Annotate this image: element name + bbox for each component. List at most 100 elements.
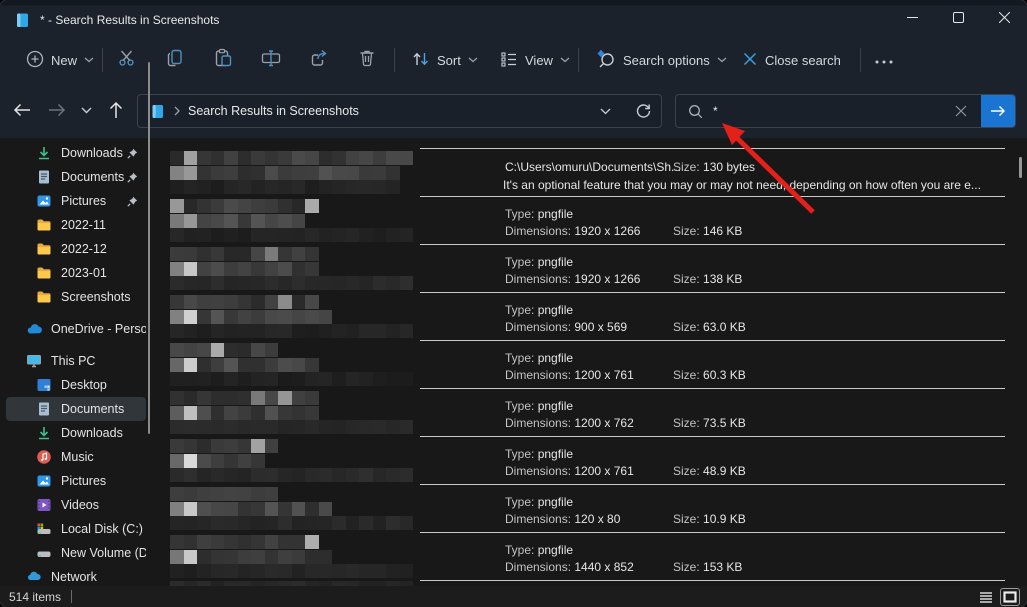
folder-icon (36, 265, 52, 281)
sort-icon (412, 51, 430, 70)
file-row[interactable]: Type: pngfileDimensions: 1200 x 761Size:… (164, 340, 1014, 388)
paste-button[interactable] (207, 44, 239, 76)
file-explorer-window: * - Search Results in Screenshots New (0, 0, 1027, 607)
sidebar-item-onedrive-persor[interactable]: OneDrive - Persor (6, 317, 146, 341)
sidebar-item-label: 2023-01 (61, 266, 107, 280)
window-chrome: * - Search Results in Screenshots New (0, 0, 1027, 138)
rename-icon (261, 48, 281, 73)
file-size: Size: 10.9 KB (673, 512, 746, 526)
maximize-button[interactable] (935, 0, 981, 34)
status-bar: 514 items (0, 586, 1027, 607)
share-button[interactable] (303, 44, 335, 76)
back-button[interactable] (6, 94, 38, 126)
file-row[interactable]: Type: pngfileDimensions: 1920 x 1266Size… (164, 196, 1014, 244)
window-title: * - Search Results in Screenshots (40, 13, 219, 27)
sidebar-item-label: Screenshots (61, 290, 130, 304)
ellipsis-icon (875, 51, 893, 69)
file-type: Type: pngfile (505, 447, 573, 461)
breadcrumb-chevron-icon (174, 106, 180, 116)
rename-button[interactable] (255, 44, 287, 76)
file-type: Type: pngfile (505, 399, 573, 413)
sidebar-item-2022-12[interactable]: 2022-12 (6, 237, 146, 261)
file-dimensions: Dimensions: 1920 x 1266 (505, 224, 640, 238)
network-icon (26, 569, 42, 585)
disk-icon (36, 545, 52, 561)
file-dimensions: Dimensions: 1920 x 1266 (505, 272, 640, 286)
sidebar-item-documents[interactable]: Documents (6, 165, 146, 189)
sidebar-item-this-pc[interactable]: This PC (6, 349, 146, 373)
sidebar-item-downloads[interactable]: Downloads (6, 421, 146, 445)
sidebar-item-documents[interactable]: Documents (6, 397, 146, 421)
sort-button[interactable]: Sort (404, 44, 486, 76)
sidebar-item-label: Desktop (61, 378, 107, 392)
folder-icon (36, 217, 52, 233)
thispc-icon (26, 353, 42, 369)
refresh-icon[interactable] (631, 99, 655, 123)
close-button[interactable] (981, 0, 1027, 34)
details-view-toggle[interactable] (977, 589, 995, 605)
sidebar-item-pictures[interactable]: Pictures (6, 469, 146, 493)
minimize-button[interactable] (889, 0, 935, 34)
onedrive-icon (26, 321, 42, 337)
delete-button[interactable] (351, 44, 383, 76)
file-row[interactable]: Type: pngfileDimensions: 900 x 569Size: … (164, 292, 1014, 340)
navigation-bar: Search Results in Screenshots (0, 92, 1027, 134)
content-scrollbar[interactable] (1019, 157, 1022, 178)
sidebar-item-pictures[interactable]: Pictures (6, 189, 146, 213)
sidebar-item-label: Pictures (61, 474, 106, 488)
file-row[interactable]: Type: pngfileDimensions: 120 x 80Size: 1… (164, 484, 1014, 532)
sidebar-item-downloads[interactable]: Downloads (6, 141, 146, 165)
sidebar-scrollbar[interactable] (148, 62, 150, 434)
file-description: It's an optional feature that you may or… (503, 178, 981, 192)
toolbar-separator (578, 48, 579, 72)
file-size: Size: 63.0 KB (673, 320, 746, 334)
chevron-down-icon (84, 57, 94, 63)
sidebar-item-desktop[interactable]: Desktop (6, 373, 146, 397)
search-input[interactable] (703, 103, 951, 119)
sidebar-item-new-volume-d[interactable]: New Volume (D: (6, 541, 146, 565)
address-bar[interactable]: Search Results in Screenshots (137, 94, 662, 128)
address-dropdown-chevron[interactable] (594, 102, 617, 121)
chevron-down-icon (717, 57, 727, 63)
share-icon (309, 48, 329, 73)
file-type: Type: pngfile (505, 351, 573, 365)
more-options-button[interactable] (868, 44, 900, 76)
sidebar-item-videos[interactable]: Videos (6, 493, 146, 517)
sidebar-item-label: Documents (61, 170, 124, 184)
clear-search-icon[interactable] (951, 101, 971, 121)
sidebar-item-label: Videos (61, 498, 99, 512)
file-row[interactable]: Type: pngfileDimensions: 1200 x 762Size:… (164, 388, 1014, 436)
sidebar-item-2022-11[interactable]: 2022-11 (6, 213, 146, 237)
view-icon (500, 51, 518, 70)
new-button[interactable]: New (18, 44, 102, 76)
copy-button[interactable] (159, 44, 191, 76)
pin-icon (127, 148, 138, 159)
search-options-button[interactable]: Search options (588, 44, 735, 76)
pin-icon (127, 196, 138, 207)
file-row[interactable]: Type: pngfileDimensions: 1920 x 1266Size… (164, 244, 1014, 292)
forward-button[interactable] (41, 94, 73, 126)
file-row[interactable]: Type: pngfileDimensions: 1440 x 852Size:… (164, 532, 1014, 580)
folder-icon (36, 289, 52, 305)
file-dimensions: Dimensions: 120 x 80 (505, 512, 620, 526)
up-button[interactable] (100, 94, 132, 126)
recent-locations-chevron[interactable] (73, 94, 99, 126)
file-row[interactable]: C:\Users\omuru\Documents\Sh...Size: 130 … (164, 148, 1014, 196)
cut-button[interactable] (111, 44, 143, 76)
desktop-icon (36, 377, 52, 393)
sidebar-item-screenshots[interactable]: Screenshots (6, 285, 146, 309)
file-dimensions: Dimensions: 1200 x 761 (505, 464, 634, 478)
search-box[interactable] (675, 94, 1016, 128)
sidebar-item-network[interactable]: Network (6, 565, 146, 586)
sidebar-item-music[interactable]: Music (6, 445, 146, 469)
view-button[interactable]: View (492, 44, 578, 76)
close-search-button[interactable]: Close search (734, 44, 849, 76)
sidebar-item-2023-01[interactable]: 2023-01 (6, 261, 146, 285)
search-go-button[interactable] (981, 95, 1015, 127)
file-row[interactable]: Type: pngfileDimensions: 1200 x 761Size:… (164, 436, 1014, 484)
sidebar-item-local-disk-c[interactable]: Local Disk (C:) (6, 517, 146, 541)
videos-icon (36, 497, 52, 513)
scissors-icon (117, 48, 137, 73)
large-icons-view-toggle[interactable] (1001, 589, 1019, 605)
file-size: Size: 73.5 KB (673, 416, 746, 430)
